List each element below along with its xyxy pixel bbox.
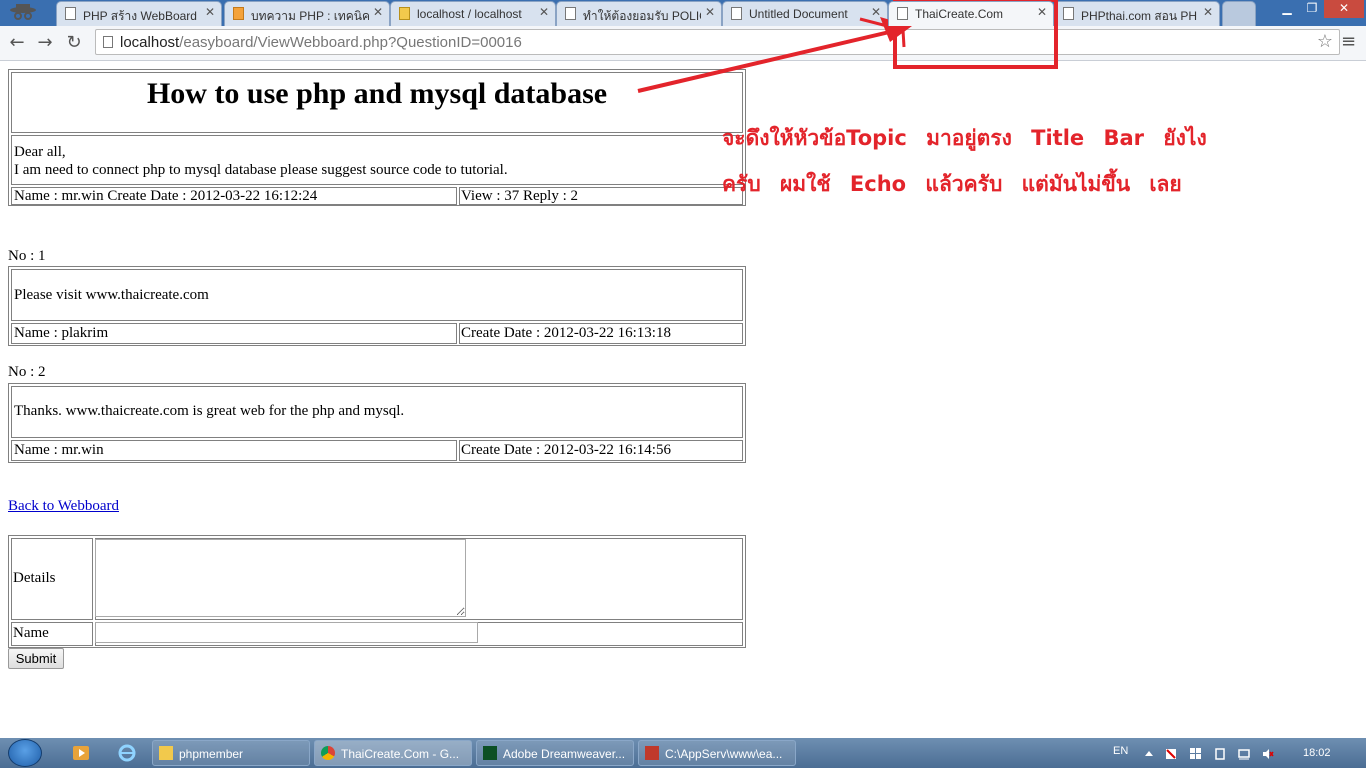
close-icon[interactable]: ✕	[1037, 5, 1047, 19]
arrow-stroke	[901, 29, 906, 48]
language-indicator[interactable]: EN	[1113, 745, 1128, 757]
dreamweaver-icon	[483, 746, 497, 760]
annotation-question-text: จะดึงให้หัวข้อTopic มาอยู่ตรง Title Bar …	[722, 126, 1207, 196]
taskbar-item-chrome[interactable]: ThaiCreate.Com - G...	[314, 740, 472, 766]
internet-explorer-icon[interactable]	[118, 744, 136, 762]
media-player-icon[interactable]	[72, 744, 90, 762]
volume-muted-icon[interactable]	[1262, 748, 1274, 760]
taskbar-clock[interactable]: 18:02	[1303, 747, 1331, 759]
taskbar-item-appserv[interactable]: C:\AppServ\www\ea...	[638, 740, 796, 766]
windows-start-button[interactable]	[8, 739, 42, 767]
editor-icon	[645, 746, 659, 760]
flag-icon[interactable]	[1165, 748, 1177, 760]
red-arrow-line	[637, 28, 899, 93]
taskbar-item-phpmember[interactable]: phpmember	[152, 740, 310, 766]
folder-icon	[159, 746, 173, 760]
document-icon	[897, 7, 908, 20]
chrome-icon	[321, 746, 335, 760]
windows-taskbar: phpmember ThaiCreate.Com - G... Adobe Dr…	[0, 738, 1366, 768]
tab-thaicreate-active[interactable]: ThaiCreate.Com ✕	[888, 1, 1054, 26]
network-icon[interactable]	[1238, 748, 1250, 760]
taskbar-item-dreamweaver[interactable]: Adobe Dreamweaver...	[476, 740, 634, 766]
show-hidden-icons-icon[interactable]	[1143, 748, 1155, 760]
device-icon[interactable]	[1214, 748, 1226, 760]
windows-flag-icon[interactable]	[1190, 748, 1202, 760]
